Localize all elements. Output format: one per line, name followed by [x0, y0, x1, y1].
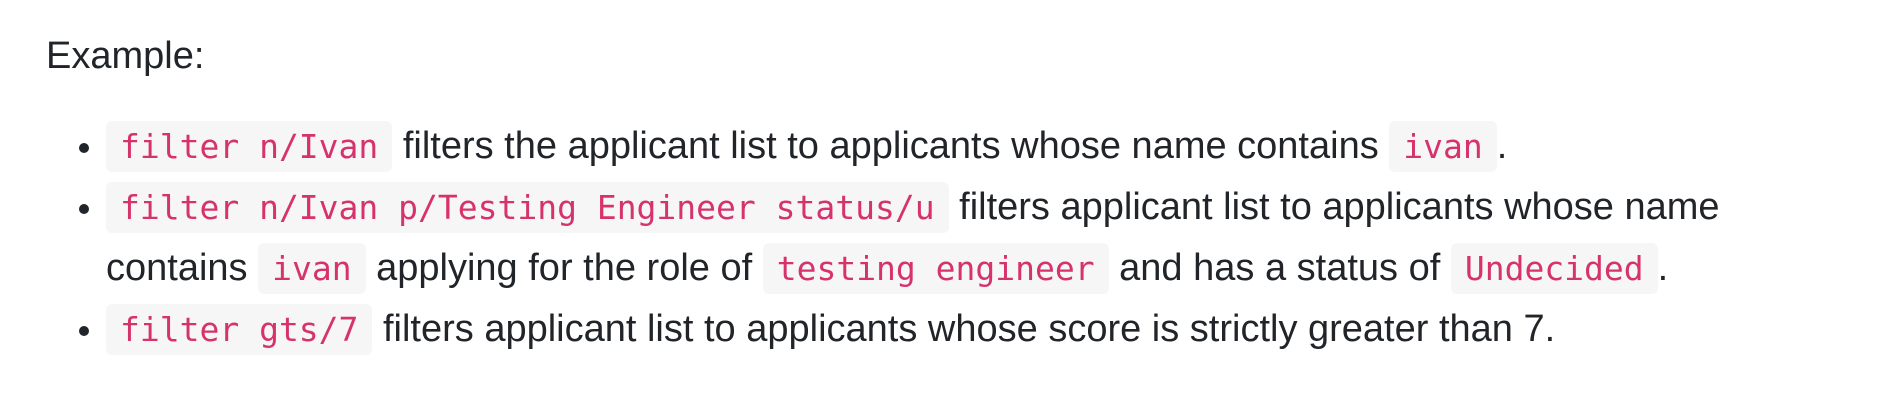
list-item: filter gts/7 filters applicant list to a…: [106, 299, 1866, 360]
example-list: filter n/Ivan filters the applicant list…: [46, 116, 1866, 360]
list-item: filter n/Ivan p/Testing Engineer status/…: [106, 177, 1866, 299]
description-text: .: [1657, 247, 1669, 289]
description-text: and has a status of: [1108, 247, 1451, 289]
list-item: filter n/Ivan filters the applicant list…: [106, 116, 1866, 177]
example-section: Example: filter n/Ivan filters the appli…: [46, 26, 1866, 360]
inline-code: ivan: [258, 243, 366, 294]
example-heading: Example:: [46, 35, 205, 77]
description-text: .: [1496, 125, 1508, 167]
inline-code: Undecided: [1450, 243, 1658, 294]
command-code: filter gts/7: [106, 304, 373, 355]
description-text: filters applicant list to applicants who…: [372, 308, 1556, 350]
description-text: applying for the role of: [365, 247, 763, 289]
inline-code: ivan: [1389, 121, 1497, 172]
inline-code: testing engineer: [762, 243, 1109, 294]
command-code: filter n/Ivan p/Testing Engineer status/…: [106, 182, 949, 233]
command-code: filter n/Ivan: [106, 121, 393, 172]
description-text: filters the applicant list to applicants…: [392, 125, 1390, 167]
